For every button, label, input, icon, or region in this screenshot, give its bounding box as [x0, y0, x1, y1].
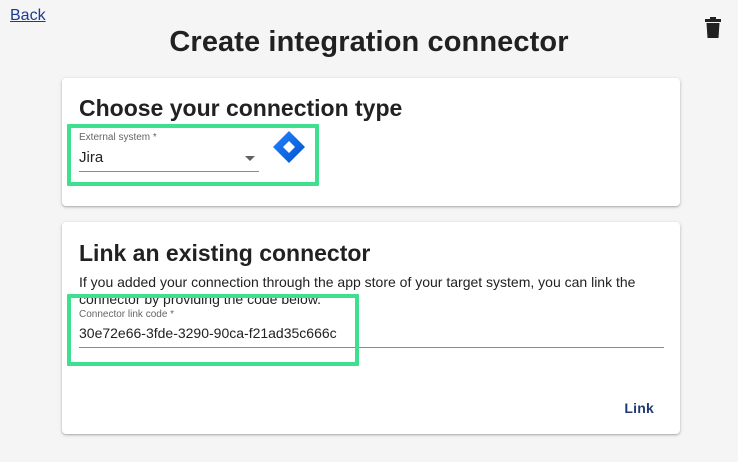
link-button[interactable]: Link — [624, 400, 654, 416]
link-connector-card: Link an existing connector If you added … — [62, 222, 680, 434]
link-connector-title: Link an existing connector — [79, 240, 371, 266]
link-connector-description: If you added your connection through the… — [79, 274, 636, 307]
connector-link-code-underline — [79, 347, 664, 348]
back-link[interactable]: Back — [10, 7, 46, 25]
connection-type-card: Choose your connection type External sys… — [62, 78, 680, 206]
jira-logo-icon — [273, 131, 305, 163]
connection-type-title: Choose your connection type — [79, 95, 403, 121]
external-system-label: External system * — [79, 132, 157, 143]
external-system-value: Jira — [79, 149, 104, 166]
page-title: Create integration connector — [169, 26, 569, 58]
chevron-down-icon — [245, 156, 255, 161]
connector-link-code-value[interactable]: 30e72e66-3fde-3290-90ca-f21ad35c666c — [79, 325, 337, 341]
connector-link-code-label: Connector link code * — [79, 309, 175, 320]
external-system-underline — [79, 171, 259, 172]
